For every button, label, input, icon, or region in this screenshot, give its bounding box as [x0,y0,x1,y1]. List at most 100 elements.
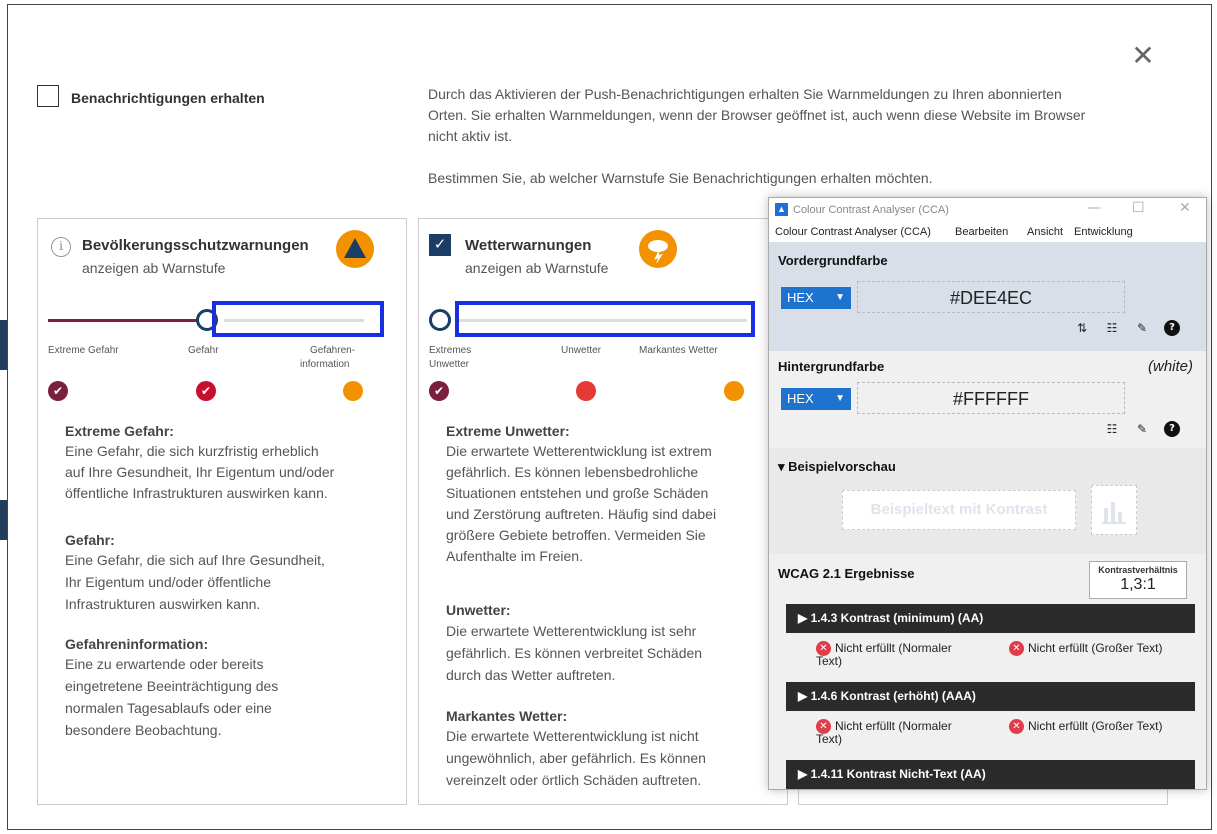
level-dot-extreme: ✔ [429,381,449,401]
highlight-box [212,301,384,337]
section-line: und Zerstörung auftreten. Häufig sind da… [446,506,717,522]
section-line: ungewöhnlich, aber gefährlich. Es können [446,750,706,766]
section-line: Eine zu erwartende oder bereits [65,656,264,672]
cca-titlebar: ▲ Colour Contrast Analyser (CCA) — ☐ ✕ [769,198,1206,222]
cca-menubar: Colour Contrast Analyser (CCA) Bearbeite… [769,222,1206,242]
results-label: WCAG 2.1 Ergebnisse [778,566,915,581]
preview-text-box: Beispieltext mit Kontrast [842,490,1076,530]
criterion-1-4-6[interactable]: ▶ 1.4.6 Kontrast (erhöht) (AAA) [786,682,1195,711]
sliders-icon[interactable]: ☷ [1104,421,1120,437]
result-normal-text: Nicht erfüllt (Normaler [835,641,952,655]
eyedropper-icon[interactable]: ✎ [1134,421,1150,437]
cca-logo-icon: ▲ [775,203,788,216]
help-icon[interactable]: ? [1164,320,1180,336]
card-title: Bevölkerungsschutzwarnungen [82,237,309,254]
section-line: Die erwartete Wetterentwicklung ist nich… [446,728,699,744]
close-icon[interactable]: ✕ [1179,200,1191,216]
section-line: normalen Tagesablaufs oder eine [65,700,272,716]
section-line: Die erwartete Wetterentwicklung ist extr… [446,443,712,459]
weather-warnings-card: ✓ Wetterwarnungen anzeigen ab Warnstufe … [418,218,788,805]
results-section: WCAG 2.1 Ergebnisse Kontrastverhältnis 1… [769,554,1206,789]
section-heading: Gefahr: [65,532,115,548]
close-icon[interactable]: ✕ [1128,41,1158,71]
eyedropper-icon[interactable]: ✎ [1134,320,1150,336]
level-label-info-1: Gefahren- [310,345,356,356]
level-label-extreme-1: Extremes [429,345,472,356]
storm-icon [639,230,677,268]
section-heading: Unwetter: [446,602,511,618]
weather-warnings-checkbox[interactable]: ✓ [429,234,451,256]
menu-item[interactable]: Colour Contrast Analyser (CCA) [775,226,931,238]
criterion-1-4-3[interactable]: ▶ 1.4.3 Kontrast (minimum) (AA) [786,604,1195,633]
sliders-icon[interactable]: ☷ [1104,320,1120,336]
cca-title: Colour Contrast Analyser (CCA) [793,204,949,216]
criterion-1-4-11[interactable]: ▶ 1.4.11 Kontrast Nicht-Text (AA) [786,760,1195,789]
section-line: Die erwartete Wetterentwicklung ist sehr [446,623,697,639]
background-color-name: (white) [1148,358,1194,375]
preview-image-icon [1091,485,1137,535]
info-icon: i [51,237,71,257]
result-large-text: Nicht erfüllt (Großer Text) [1028,719,1163,733]
section-line: auf Ihre Gesundheit, Ihr Eigentum und/od… [65,464,335,480]
section-line: Situationen entstehen und große Schäden [446,485,709,501]
level-label-danger: Gefahr [188,345,219,356]
maximize-icon[interactable]: ☐ [1132,200,1145,216]
slider-track-active [48,319,208,322]
notifications-description-2: Orten. Sie erhalten Warnmeldungen, wenn … [428,107,1086,123]
preview-toggle[interactable]: ▾ Beispielvorschau [778,459,896,475]
section-line: größere Gebiete betroffen. Vermeiden Sie [446,527,706,543]
section-heading: Extreme Gefahr: [65,423,174,439]
contrast-ratio-box: Kontrastverhältnis 1,3:1 [1089,561,1187,599]
menu-item-dev[interactable]: Entwicklung [1074,226,1133,238]
population-warnings-card: i Bevölkerungsschutzwarnungen anzeigen a… [37,218,407,805]
notifications-checkbox[interactable] [37,85,59,107]
level-label-extreme: Extreme Gefahr [48,345,119,356]
fail-icon: ✕ [1009,719,1024,734]
section-line: Ihr Eigentum und/oder öffentliche [65,574,271,590]
foreground-format-select[interactable]: HEX ▼ [781,287,851,309]
section-line: durch das Wetter auftreten. [446,667,616,683]
help-icon[interactable]: ? [1164,421,1180,437]
foreground-hex-input[interactable]: #DEE4EC [857,281,1125,313]
section-line: gefährlich. Es können lebensbedrohliche [446,464,699,480]
result-large-text: Nicht erfüllt (Großer Text) [1028,641,1163,655]
section-line: Infrastrukturen auswirken kann. [65,596,261,612]
section-line: Eine Gefahr, die sich kurzfristig erhebl… [65,443,319,459]
format-value: HEX [787,290,814,305]
level-label-extreme-2: Unwetter [429,359,470,370]
notifications-description-1: Durch das Aktivieren der Push-Benachrich… [428,86,1062,102]
preview-section: ▾ Beispielvorschau Beispieltext mit Kont… [769,448,1206,554]
result-normal-text-2: Text) [816,654,843,668]
section-line: Aufenthalte im Freien. [446,548,583,564]
level-dot-markant [724,381,744,401]
chevron-down-icon: ▼ [835,292,845,303]
section-line: eingetretene Beeinträchtigung des [65,678,279,694]
level-dot-unwetter [576,381,596,401]
preview-text: Beispieltext mit Kontrast [870,501,1048,518]
cca-window: ▲ Colour Contrast Analyser (CCA) — ☐ ✕ C… [768,197,1207,790]
foreground-label: Vordergrundfarbe [778,253,888,268]
background-label: Hintergrundfarbe [778,359,885,374]
level-dot-danger: ✔ [196,381,216,401]
highlight-box [455,301,755,337]
card-subtitle: anzeigen ab Warnstufe [82,260,226,276]
menu-item-edit[interactable]: Bearbeiten [955,226,1008,238]
section-line: Eine Gefahr, die sich auf Ihre Gesundhei… [65,552,325,568]
level-label-unwetter: Unwetter [561,345,602,356]
swap-icon[interactable]: ⇅ [1074,320,1090,336]
level-dot-info [343,381,363,401]
section-line: gefährlich. Es können verbreitet Schäden [446,645,703,661]
section-heading: Extreme Unwetter: [446,423,570,439]
background-format-select[interactable]: HEX ▼ [781,388,851,410]
section-heading: Gefahreninformation: [65,636,209,652]
card-title: Wetterwarnungen [465,237,592,254]
notifications-description-4: Bestimmen Sie, ab welcher Warnstufe Sie … [428,170,933,186]
chevron-down-icon: ▼ [835,393,845,404]
notifications-label: Benachrichtigungen erhalten [71,90,265,106]
slider-knob[interactable] [429,309,451,331]
minimize-icon[interactable]: — [1087,200,1101,216]
fail-icon: ✕ [1009,641,1024,656]
result-normal-text-2: Text) [816,732,843,746]
menu-item-view[interactable]: Ansicht [1027,226,1063,238]
background-hex-input[interactable]: #FFFFFF [857,382,1125,414]
